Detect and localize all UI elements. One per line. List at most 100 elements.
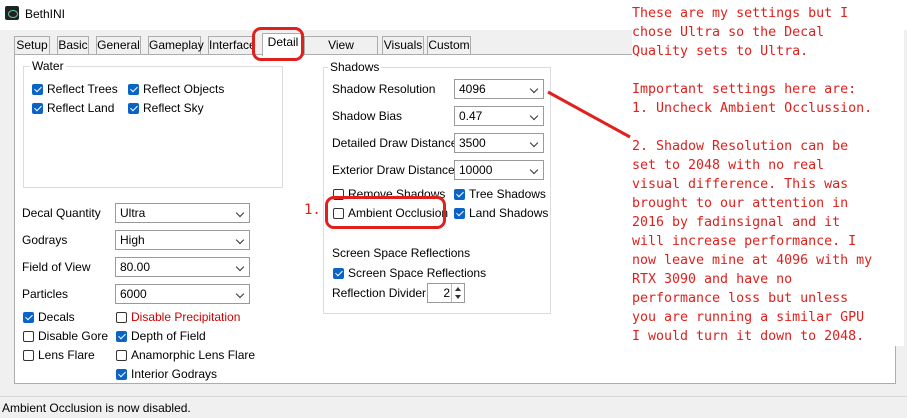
lens-flare-checkbox[interactable]: Lens Flare — [23, 348, 95, 362]
checkbox-box — [23, 349, 34, 361]
select-value: 4096 — [459, 82, 486, 96]
ambient-occlusion-highlight — [325, 196, 446, 229]
checkbox-label: Reflect Trees — [47, 82, 118, 96]
godrays-select[interactable]: High — [115, 230, 250, 250]
checkbox-label: Decals — [38, 310, 75, 324]
select-value: 3500 — [459, 136, 486, 150]
detailed-draw-distance-label: Detailed Draw Distance — [332, 136, 458, 150]
checkbox-label: Screen Space Reflections — [348, 266, 487, 280]
shadow-resolution-select[interactable]: 4096 — [454, 79, 544, 99]
decals-checkbox[interactable]: Decals — [23, 310, 75, 324]
exterior-draw-distance-label: Exterior Draw Distance — [332, 163, 455, 177]
shadows-group-title: Shadows — [328, 60, 382, 74]
checkbox-box — [128, 102, 139, 114]
tab-basic[interactable]: Basic — [57, 36, 89, 55]
reflect-trees-checkbox[interactable]: Reflect Trees — [32, 82, 118, 96]
arrow-down-icon — [455, 295, 461, 299]
tab-setup[interactable]: Setup — [14, 36, 50, 55]
status-text: Ambient Occlusion is now disabled. — [2, 401, 191, 415]
disable-gore-checkbox[interactable]: Disable Gore — [23, 329, 108, 343]
chevron-down-icon — [235, 208, 245, 218]
chevron-down-icon — [235, 235, 245, 245]
water-group-title: Water — [30, 59, 66, 73]
tab-view-distance[interactable]: View Distance — [304, 36, 378, 69]
chevron-down-icon — [235, 262, 245, 272]
checkbox-box — [333, 267, 344, 279]
checkbox-label: Disable Gore — [38, 329, 109, 343]
checkbox-label: Reflect Objects — [143, 82, 225, 96]
screen-space-reflections-checkbox[interactable]: Screen Space Reflections — [333, 266, 486, 280]
app-icon — [5, 6, 19, 20]
shadows-group: Shadows Shadow Resolution 4096 Shadow Bi… — [323, 60, 551, 314]
exterior-draw-distance-select[interactable]: 10000 — [454, 160, 544, 180]
detail-tab-highlight — [252, 27, 304, 61]
tab-custom[interactable]: Custom — [427, 36, 471, 55]
reflect-objects-checkbox[interactable]: Reflect Objects — [128, 82, 224, 96]
tab-interface[interactable]: Interface — [208, 36, 256, 55]
chevron-down-icon — [529, 138, 539, 148]
checkbox-box — [454, 207, 465, 219]
checkbox-label: Depth of Field — [131, 329, 206, 343]
checkbox-label: Reflect Sky — [143, 101, 204, 115]
tab-gameplay[interactable]: Gameplay — [148, 36, 204, 55]
detailed-draw-distance-select[interactable]: 3500 — [454, 133, 544, 153]
reflect-land-checkbox[interactable]: Reflect Land — [32, 101, 114, 115]
select-value: 80.00 — [120, 260, 151, 274]
field-of-view-select[interactable]: 80.00 — [115, 257, 250, 277]
interior-godrays-checkbox[interactable]: Interior Godrays — [116, 367, 217, 381]
particles-select[interactable]: 6000 — [115, 284, 250, 304]
ssr-section-title: Screen Space Reflections — [332, 246, 471, 260]
chevron-down-icon — [529, 84, 539, 94]
checkbox-box — [116, 311, 127, 323]
reflection-divider-stepper[interactable]: 2 — [427, 283, 465, 303]
checkbox-label: Interior Godrays — [131, 367, 218, 381]
land-shadows-checkbox[interactable]: Land Shadows — [454, 206, 548, 220]
checkbox-label: Land Shadows — [469, 206, 549, 220]
checkbox-box — [116, 349, 127, 361]
stepper-buttons[interactable] — [451, 284, 464, 302]
checkbox-label: Anamorphic Lens Flare — [131, 348, 256, 362]
chevron-down-icon — [529, 165, 539, 175]
depth-of-field-checkbox[interactable]: Depth of Field — [116, 329, 206, 343]
status-bar: Ambient Occlusion is now disabled. — [0, 396, 907, 418]
reflect-sky-checkbox[interactable]: Reflect Sky — [128, 101, 204, 115]
decal-quantity-select[interactable]: Ultra — [115, 203, 250, 223]
annotation-marker: 1. — [304, 202, 321, 218]
tab-visuals[interactable]: Visuals — [382, 36, 424, 55]
chevron-down-icon — [235, 289, 245, 299]
select-value: High — [120, 233, 145, 247]
tree-shadows-checkbox[interactable]: Tree Shadows — [454, 187, 546, 201]
chevron-down-icon — [529, 111, 539, 121]
decal-quantity-label: Decal Quantity — [22, 206, 101, 220]
reflection-divider-label: Reflection Divider — [332, 286, 427, 300]
arrow-up-icon — [455, 287, 461, 291]
shadow-bias-select[interactable]: 0.47 — [454, 106, 544, 126]
disable-precipitation-checkbox[interactable]: Disable Precipitation — [116, 310, 240, 324]
checkbox-label: Reflect Land — [47, 101, 115, 115]
checkbox-box — [128, 83, 139, 95]
tab-general[interactable]: General — [96, 36, 141, 55]
window-title: BethINI — [25, 7, 66, 21]
select-value: 10000 — [459, 163, 493, 177]
annotation-note: These are my settings but I chose Ultra … — [632, 4, 904, 346]
field-of-view-label: Field of View — [22, 260, 91, 274]
select-value: 0.47 — [459, 109, 483, 123]
select-value: 6000 — [120, 287, 147, 301]
godrays-label: Godrays — [22, 233, 68, 247]
checkbox-box — [32, 83, 43, 95]
checkbox-box — [32, 102, 43, 114]
checkbox-label: Disable Precipitation — [131, 310, 241, 324]
shadow-resolution-label: Shadow Resolution — [332, 82, 436, 96]
particles-label: Particles — [22, 287, 69, 301]
checkbox-box — [116, 368, 127, 380]
checkbox-box — [23, 311, 34, 323]
checkbox-box — [116, 330, 127, 342]
checkbox-box — [23, 330, 34, 342]
water-group: Water Reflect Trees Reflect Objects Refl… — [23, 59, 283, 188]
select-value: Ultra — [120, 206, 146, 220]
stepper-value: 2 — [443, 286, 450, 300]
checkbox-box — [454, 188, 465, 200]
checkbox-label: Lens Flare — [38, 348, 95, 362]
anamorphic-lens-flare-checkbox[interactable]: Anamorphic Lens Flare — [116, 348, 255, 362]
shadow-bias-label: Shadow Bias — [332, 109, 403, 123]
